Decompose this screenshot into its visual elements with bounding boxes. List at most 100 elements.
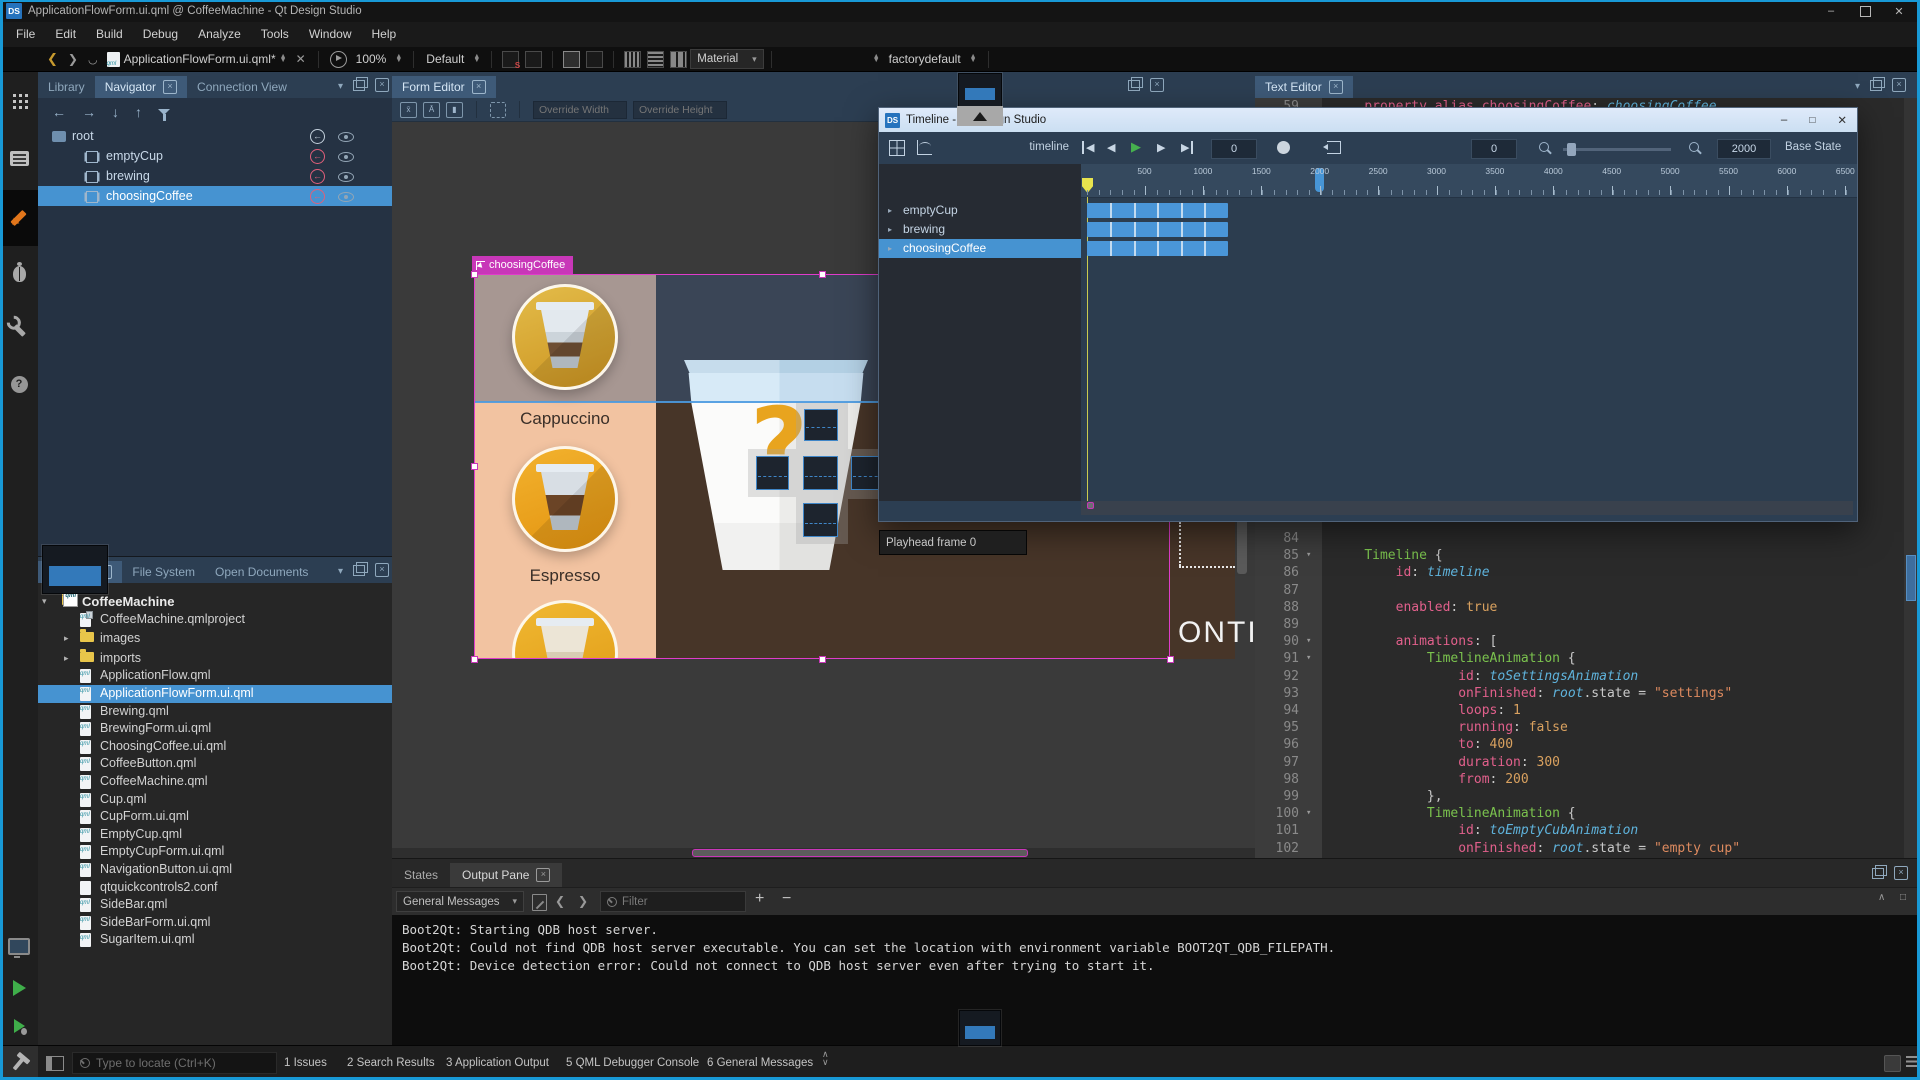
expander-icon[interactable]: ▸ [888,239,892,258]
navigator-item-choosingCoffee[interactable]: choosingCoffee← [38,186,392,206]
file-row[interactable]: ▸images [38,630,392,648]
tab-navigator[interactable]: Navigator [95,76,187,98]
export-toggle-icon[interactable]: ← [310,129,325,144]
tab-library[interactable]: Library [38,76,95,98]
menu-debug[interactable]: Debug [133,22,188,47]
close-pane-icon[interactable] [1894,866,1908,880]
output-panes-chevron-icon[interactable]: ∧∨ [822,1050,829,1066]
file-row[interactable]: CupForm.ui.qml [38,808,392,826]
kit-selector-icon[interactable] [0,924,38,968]
file-row[interactable]: CoffeeMachine.qml [38,773,392,791]
forward-icon[interactable]: ❯ [63,52,83,66]
to-end-icon[interactable] [1181,141,1193,154]
file-spinner-icon[interactable]: ▲▼ [280,55,287,63]
resize-handle[interactable] [1167,656,1174,663]
rows-view-icon[interactable] [647,51,664,68]
close-pane-icon[interactable] [1150,78,1164,92]
expander-icon[interactable]: ▸ [64,630,69,648]
visibility-toggle-icon[interactable] [338,172,354,182]
locator-input[interactable] [94,1055,258,1071]
file-row[interactable]: ChoosingCoffee.ui.qml [38,738,392,756]
timeline-track-brewing[interactable]: ▸brewing [879,220,1081,239]
close-tab-icon[interactable] [536,868,550,882]
timeline-track-emptyCup[interactable]: ▸emptyCup [879,201,1081,220]
loop-range-icon[interactable] [1327,141,1341,154]
snapping-icon[interactable]: S [502,51,519,68]
show-contents-icon[interactable] [586,51,603,68]
close-tab-icon[interactable] [1329,80,1343,94]
fold-marker[interactable]: ▾ [1306,650,1311,667]
editor-scrollbar[interactable] [1904,98,1918,858]
snap-anchors-icon[interactable]: Ā [423,102,440,118]
output-channel-selector[interactable]: General Messages▾ [396,891,524,912]
debug-mode-icon[interactable] [0,252,38,296]
file-row[interactable]: EmptyCup.qml [38,826,392,844]
help-mode-icon[interactable]: ? [0,362,38,406]
close-tab-icon[interactable] [472,80,486,94]
visibility-toggle-icon[interactable] [338,152,354,162]
timeline-track-choosingCoffee[interactable]: ▸choosingCoffee [879,239,1081,258]
material-selector[interactable]: Material [690,49,763,69]
override-width-field[interactable] [533,101,627,119]
menu-analyze[interactable]: Analyze [188,22,251,47]
move-up-icon[interactable]: ↑ [135,104,142,120]
back-icon[interactable]: ❮ [42,51,63,67]
play-icon[interactable] [1131,139,1141,155]
prev-item-icon[interactable]: ❮ [555,894,565,908]
show-bounds-icon[interactable] [490,102,506,118]
keyframe-bar[interactable] [1087,222,1228,237]
design-mode-icon[interactable] [0,190,38,246]
track-lanes[interactable]: 5001000150020002500300035004000450050005… [1081,164,1857,501]
timeline-settings-icon[interactable] [889,140,905,156]
end-frame-field[interactable]: 2000 [1717,139,1771,159]
projects-mode-icon[interactable] [0,308,38,352]
fold-marker[interactable]: ▾ [1306,805,1311,822]
file-row[interactable]: CoffeeButton.qml [38,755,392,773]
menu-file[interactable]: File [6,22,45,47]
next-item-icon[interactable]: ❯ [578,894,588,908]
resize-handle[interactable] [819,656,826,663]
zoom-out-icon[interactable]: − [782,890,791,908]
move-right-icon[interactable]: → [82,104,96,120]
toggle-sidebar-icon[interactable] [46,1056,64,1071]
fold-marker[interactable]: ▾ [1306,547,1311,564]
float-pane-icon[interactable] [353,80,365,91]
float-pane-icon[interactable] [1872,868,1884,879]
curve-picker-icon[interactable] [917,140,932,155]
minimize-button[interactable]: – [1814,0,1848,22]
export-toggle-icon[interactable]: ← [310,149,325,164]
minimize-button[interactable]: – [1781,114,1787,126]
menu-edit[interactable]: Edit [45,22,86,47]
base-state-label[interactable]: Base State [1785,141,1841,153]
canvas-horizontal-scrollbar[interactable] [392,848,1255,858]
status-button[interactable]: 5 QML Debugger Console [566,1046,699,1080]
edit-filter-icon[interactable] [532,894,547,911]
file-row[interactable]: SideBarForm.ui.qml [38,914,392,932]
visibility-toggle-icon[interactable] [338,192,354,202]
close-tab-icon[interactable] [163,80,177,94]
tab-connection-view[interactable]: Connection View [187,76,297,98]
move-left-icon[interactable]: ← [52,104,66,120]
live-preview-icon[interactable] [330,51,347,68]
kit-spinner-icon[interactable]: ▲▼ [970,55,977,63]
float-pane-icon[interactable] [1128,80,1140,91]
snap-parent-icon[interactable]: ▮ [446,102,463,118]
menu-tools[interactable]: Tools [251,22,299,47]
file-row[interactable]: ▸imports [38,650,392,668]
close-pane-icon[interactable] [375,78,389,92]
locator[interactable] [72,1052,277,1074]
close-button[interactable]: ✕ [1882,0,1916,22]
slider-handle[interactable] [1567,143,1576,156]
export-toggle-icon[interactable]: ← [310,169,325,184]
kit-selector[interactable]: factorydefault [884,52,966,66]
snap-anchors-icon[interactable] [525,51,542,68]
pane-menu-icon[interactable] [338,563,343,577]
float-pane-icon[interactable] [1870,80,1882,91]
zoom-out-icon[interactable] [1539,142,1549,152]
menu-help[interactable]: Help [362,22,407,47]
navigator-item-emptyCup[interactable]: emptyCup← [38,146,392,166]
close-document-icon[interactable]: ✕ [291,52,311,66]
navigator-item-root[interactable]: root← [38,126,392,146]
resize-handle[interactable] [471,271,478,278]
playhead-position-field[interactable]: 0 [1471,139,1517,159]
